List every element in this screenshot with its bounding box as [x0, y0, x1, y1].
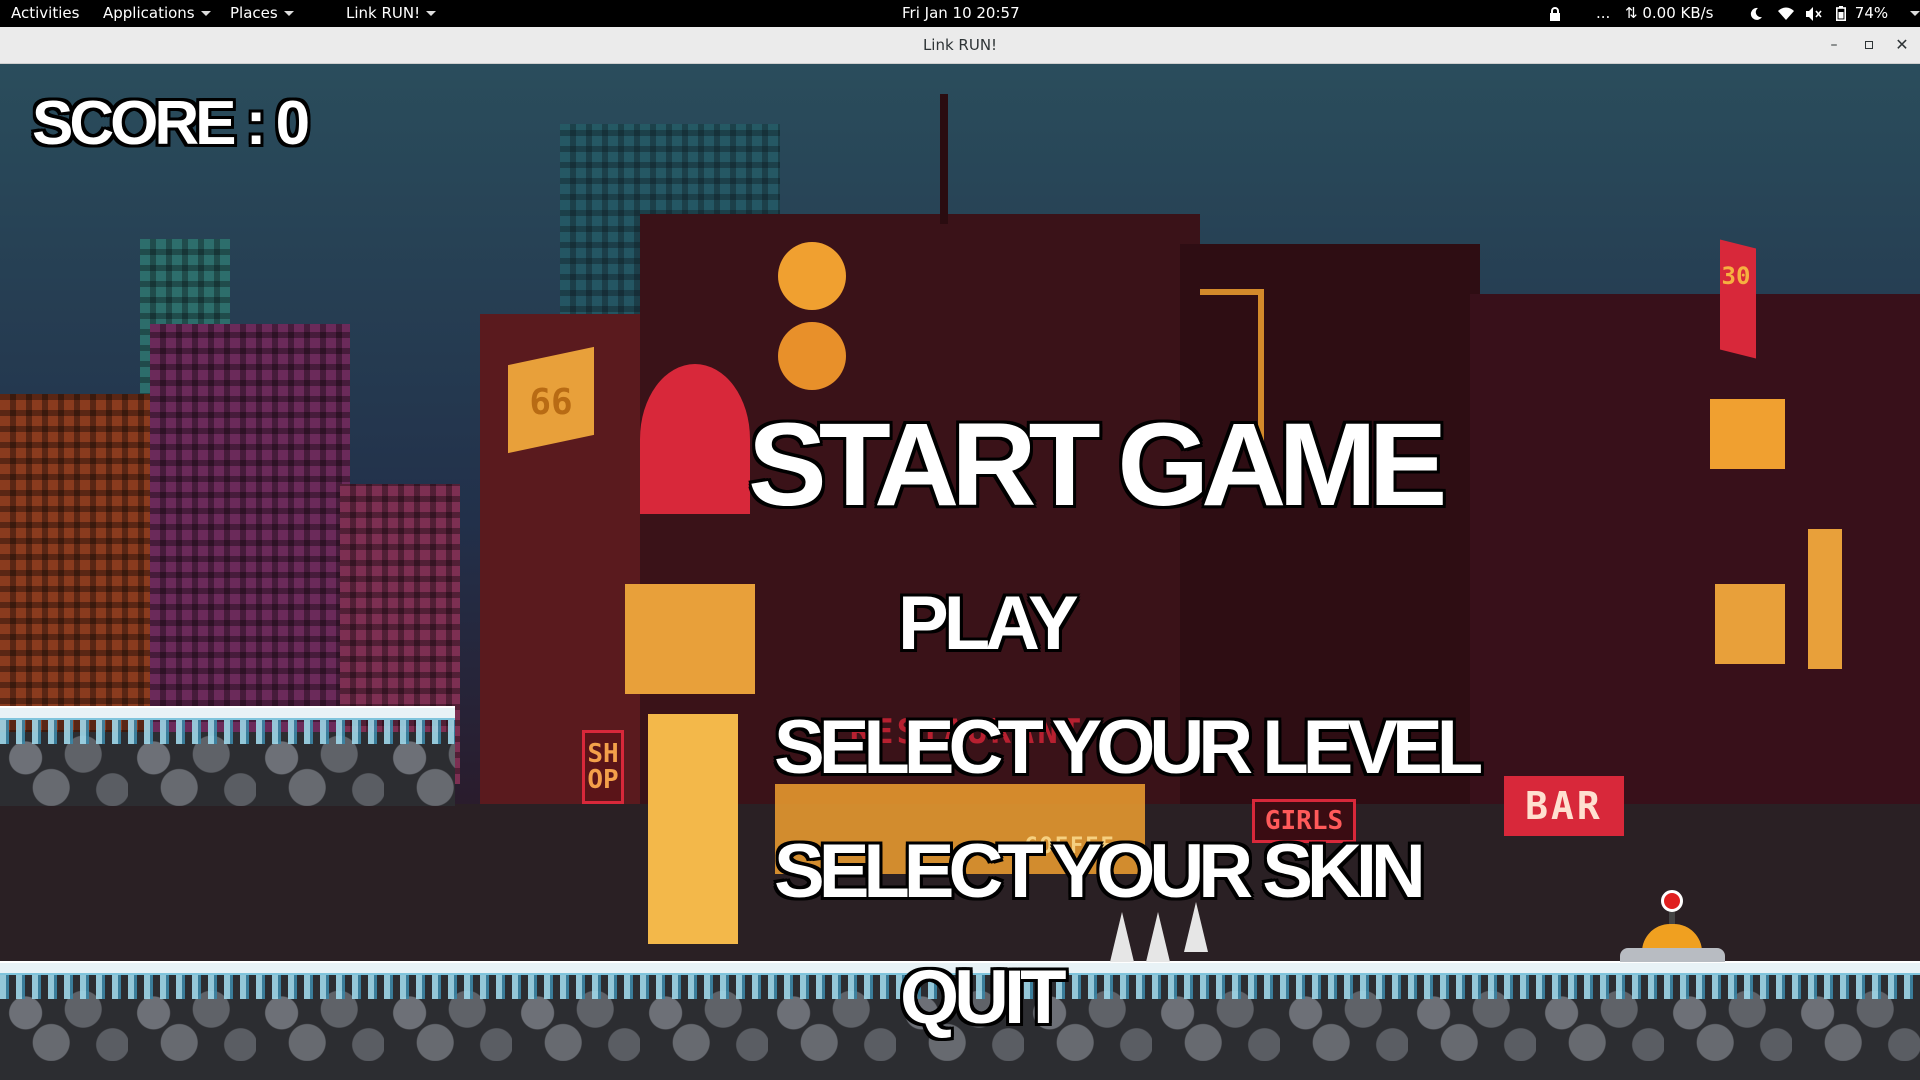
window-titlebar[interactable]: Link RUN! – ✕	[0, 27, 1920, 64]
red-dome	[640, 364, 750, 514]
ice-tile	[1408, 961, 1536, 1061]
antenna	[940, 94, 948, 224]
neon-circle-sign	[778, 242, 846, 310]
lit-window	[625, 584, 755, 694]
purple-building	[150, 324, 350, 764]
select-level-button[interactable]: SELECT YOUR LEVEL	[774, 704, 1483, 791]
ice-tile	[256, 961, 384, 1061]
spike-hazard	[1146, 912, 1170, 962]
sign-30-text: 30	[1721, 262, 1751, 290]
battery-percent: 74%	[1854, 4, 1889, 22]
play-button[interactable]: PLAY	[898, 580, 1079, 667]
minimize-button[interactable]: –	[1821, 32, 1847, 58]
ice-tile	[640, 961, 768, 1061]
system-top-bar: Activities Applications Places Link RUN!…	[0, 0, 1920, 27]
ice-tile	[0, 706, 128, 806]
chevron-down-icon	[283, 11, 294, 16]
night-light-icon[interactable]	[1749, 0, 1763, 27]
quit-button[interactable]: QUIT	[900, 954, 1067, 1041]
ice-tile	[128, 961, 256, 1061]
neon-sign-panel	[1715, 584, 1785, 664]
chevron-down-icon	[1910, 11, 1920, 16]
lit-doorway	[648, 714, 738, 944]
neon-sign-vertical	[1808, 529, 1842, 669]
window-title: Link RUN!	[922, 36, 998, 54]
score-label: SCORE : 0	[32, 89, 310, 158]
volume-muted-icon[interactable]	[1805, 0, 1823, 27]
ice-tile	[1792, 961, 1920, 1061]
robot-enemy	[1620, 890, 1725, 962]
lock-icon[interactable]	[1549, 0, 1561, 27]
spike-hazard	[1110, 912, 1134, 962]
bar-sign: BAR	[1504, 776, 1624, 836]
neon-circle-sign	[778, 322, 846, 390]
close-button[interactable]: ✕	[1889, 32, 1915, 58]
menu-title: START GAME	[748, 399, 1447, 531]
power-menu-caret[interactable]	[1904, 0, 1920, 27]
places-label: Places	[230, 4, 278, 22]
app-menu-label: Link RUN!	[346, 4, 421, 22]
game-canvas[interactable]: 66 30 SHOP RESTAURANT COFFEE GIRLS BAR S…	[0, 64, 1920, 1080]
ice-tile	[768, 961, 896, 1061]
ice-tile	[384, 961, 512, 1061]
neon-sign-30	[1720, 239, 1756, 359]
applications-menu[interactable]: Applications	[103, 0, 211, 27]
clock[interactable]: Fri Jan 10 20:57	[902, 0, 1020, 27]
app-menu[interactable]: Link RUN!	[346, 0, 437, 27]
ice-tile	[1280, 961, 1408, 1061]
ice-tile	[384, 706, 455, 806]
network-speed[interactable]: ⇅ 0.00 KB/s	[1625, 0, 1714, 27]
overflow-indicator[interactable]: ...	[1596, 0, 1610, 27]
maximize-button[interactable]	[1856, 32, 1882, 58]
chevron-down-icon	[426, 11, 437, 16]
ice-tile	[512, 961, 640, 1061]
chevron-down-icon	[200, 11, 211, 16]
ice-tile	[256, 706, 384, 806]
places-menu[interactable]: Places	[230, 0, 294, 27]
ice-tile	[128, 706, 256, 806]
snow-ledge	[0, 706, 455, 806]
applications-label: Applications	[103, 4, 195, 22]
select-skin-button[interactable]: SELECT YOUR SKIN	[774, 828, 1426, 915]
maximize-icon	[1865, 41, 1873, 49]
ice-tile	[0, 961, 128, 1061]
minimize-icon: –	[1830, 37, 1838, 53]
ice-tile	[1536, 961, 1664, 1061]
wifi-icon[interactable]	[1778, 0, 1794, 27]
close-icon: ✕	[1895, 35, 1909, 54]
neon-sign-panel	[1710, 399, 1785, 469]
far-right-building	[1470, 294, 1920, 854]
ice-tile	[1664, 961, 1792, 1061]
shop-sign: SHOP	[582, 730, 624, 804]
sign-66-text: 66	[529, 382, 573, 423]
ice-tile	[1152, 961, 1280, 1061]
activities-button[interactable]: Activities	[11, 0, 79, 27]
battery-indicator[interactable]: 74%	[1836, 0, 1888, 27]
